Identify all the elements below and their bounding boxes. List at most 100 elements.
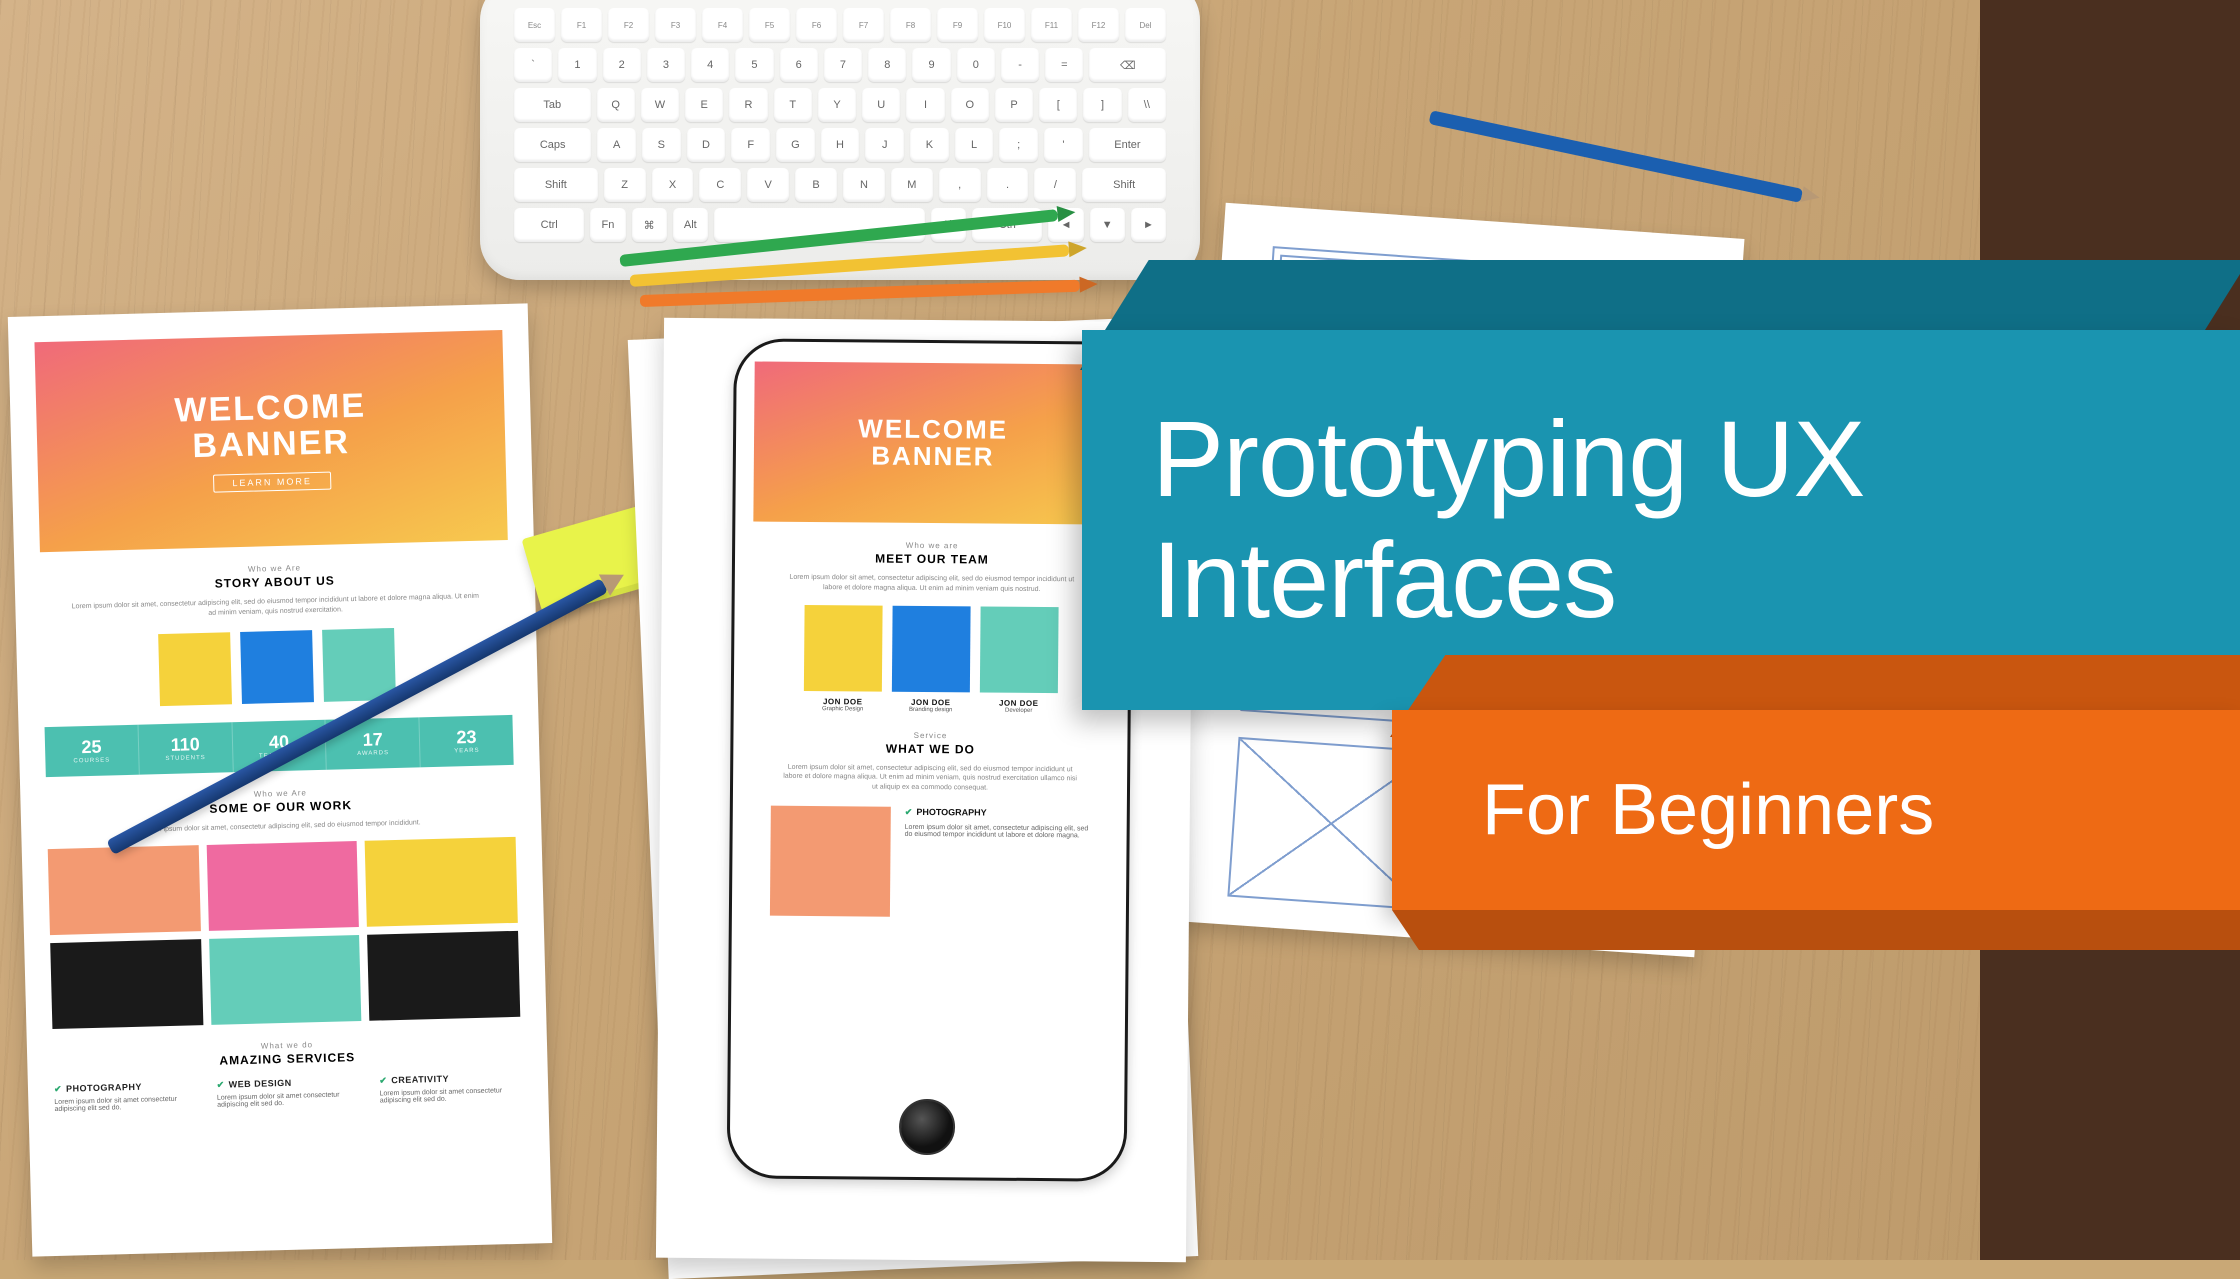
team-row: JON DOEGraphic DesignJON DOEBranding des… — [752, 604, 1111, 714]
keyboard-key: V — [747, 168, 789, 202]
swatch — [322, 628, 396, 702]
keyboard-key: Tab — [514, 88, 591, 122]
slide-title: Prototyping UX Interfaces — [1152, 399, 2240, 641]
keyboard-key: ⌘ — [632, 208, 667, 242]
work-tile — [50, 940, 203, 1030]
keyboard-key: H — [821, 128, 860, 162]
keyboard-key: ; — [999, 128, 1038, 162]
keyboard-key: X — [652, 168, 694, 202]
work-tile — [367, 931, 520, 1021]
stat-cell: 23YEARS — [420, 714, 514, 766]
keyboard-key: U — [862, 88, 900, 122]
keyboard-key: ' — [1044, 128, 1083, 162]
keyboard-key: F3 — [655, 8, 696, 42]
keyboard-key: Shift — [1082, 168, 1166, 202]
work-grid — [48, 837, 521, 1029]
keyboard-key: = — [1045, 48, 1083, 82]
keyboard-key: D — [687, 128, 726, 162]
keyboard-key: L — [955, 128, 994, 162]
welcome-banner-phone: WELCOMEBANNER — [753, 361, 1112, 524]
swatch — [240, 630, 314, 704]
phone-frame: WELCOMEBANNER Who we are MEET OUR TEAM L… — [727, 338, 1134, 1181]
service-item: ✔CREATIVITYLorem ipsum dolor sit amet co… — [379, 1072, 522, 1105]
service-item: ✔PHOTOGRAPHYLorem ipsum dolor sit amet c… — [54, 1081, 197, 1114]
keyboard-key: [ — [1039, 88, 1077, 122]
work-tile — [209, 935, 362, 1025]
keyboard-key: ⌫ — [1089, 48, 1166, 82]
services-row: ✔PHOTOGRAPHYLorem ipsum dolor sit amet c… — [54, 1072, 523, 1113]
banner-button: LEARN MORE — [213, 471, 331, 492]
keyboard-key: S — [642, 128, 681, 162]
keyboard-key: Q — [597, 88, 635, 122]
keyboard-key: Z — [604, 168, 646, 202]
keyboard-key: Shift — [514, 168, 598, 202]
keyboard-key: F9 — [937, 8, 978, 42]
keyboard-key: Enter — [1089, 128, 1166, 162]
subtitle-block-orange-bottom — [1392, 910, 2240, 950]
team-member: JON DOEBranding design — [892, 605, 971, 713]
keyboard-key: F — [731, 128, 770, 162]
keyboard-key: / — [1034, 168, 1076, 202]
keyboard-key: 6 — [780, 48, 818, 82]
section-title-whatwedo: WHAT WE DO — [751, 740, 1109, 757]
keyboard-key: . — [987, 168, 1029, 202]
keyboard-key: 9 — [912, 48, 950, 82]
section-title-team: MEET OUR TEAM — [753, 550, 1111, 567]
printed-mockup-page: WELCOMEBANNER LEARN MORE Who we Are STOR… — [8, 303, 552, 1256]
keyboard-key: O — [951, 88, 989, 122]
keyboard-key: , — [939, 168, 981, 202]
keyboard-key: Del — [1125, 8, 1166, 42]
stat-cell: 25COURSES — [45, 724, 140, 776]
keyboard-key: ▼ — [1090, 208, 1125, 242]
keyboard-key: P — [995, 88, 1033, 122]
keyboard-key: 8 — [868, 48, 906, 82]
keyboard-key: F7 — [843, 8, 884, 42]
keyboard-key: 2 — [603, 48, 641, 82]
keyboard-key: I — [906, 88, 944, 122]
keyboard-key: Esc — [514, 8, 555, 42]
keyboard-key: 7 — [824, 48, 862, 82]
keyboard-key: E — [685, 88, 723, 122]
work-tile — [365, 837, 518, 927]
keyboard-key: W — [641, 88, 679, 122]
keyboard-key: 0 — [957, 48, 995, 82]
keyboard-key: Fn — [590, 208, 625, 242]
welcome-banner-left: WELCOMEBANNER LEARN MORE — [34, 330, 507, 552]
keyboard-key: Ctrl — [514, 208, 584, 242]
keyboard-key: F10 — [984, 8, 1025, 42]
team-member: JON DOEDeveloper — [980, 606, 1059, 714]
keyboard-key: Caps — [514, 128, 591, 162]
keyboard-key: C — [699, 168, 741, 202]
keyboard-key: 3 — [647, 48, 685, 82]
keyboard-key: F11 — [1031, 8, 1072, 42]
feature-label: PHOTOGRAPHY — [916, 807, 986, 818]
stat-cell: 110STUDENTS — [138, 722, 233, 774]
keyboard-key: 5 — [735, 48, 773, 82]
keyboard-key: A — [597, 128, 636, 162]
keyboard-key: Y — [818, 88, 856, 122]
keyboard-key: B — [795, 168, 837, 202]
keyboard-key: ` — [514, 48, 552, 82]
keyboard-key: Alt — [673, 208, 708, 242]
keyboard-key: 1 — [558, 48, 596, 82]
keyboard-key: J — [865, 128, 904, 162]
team-member: JON DOEGraphic Design — [804, 605, 883, 713]
title-block-teal: Prototyping UX Interfaces — [1082, 330, 2240, 710]
keyboard-key: - — [1001, 48, 1039, 82]
feature-image — [770, 806, 891, 917]
keyboard-key: F8 — [890, 8, 931, 42]
keyboard-key: F1 — [561, 8, 602, 42]
keyboard-key: F12 — [1078, 8, 1119, 42]
stats-bar: 25COURSES110STUDENTS40TEACHERS17AWARDS23… — [45, 714, 514, 776]
service-item: ✔WEB DESIGNLorem ipsum dolor sit amet co… — [217, 1076, 360, 1109]
keyboard-key: K — [910, 128, 949, 162]
work-tile — [206, 841, 359, 931]
keyboard-key: F6 — [796, 8, 837, 42]
keyboard-key: T — [774, 88, 812, 122]
keyboard-key: F4 — [702, 8, 743, 42]
keyboard-key: N — [843, 168, 885, 202]
keyboard-key: R — [729, 88, 767, 122]
keyboard-key: 4 — [691, 48, 729, 82]
keyboard-key: F5 — [749, 8, 790, 42]
keyboard-key: \\ — [1128, 88, 1166, 122]
